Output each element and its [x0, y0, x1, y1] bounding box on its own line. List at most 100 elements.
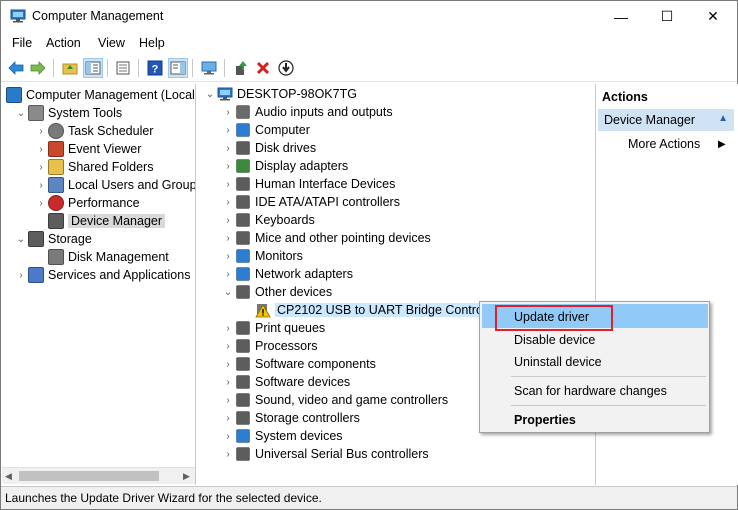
- chevron-down-icon[interactable]: ⌄: [221, 285, 235, 299]
- maximize-icon: ☐: [660, 8, 674, 24]
- device-category[interactable]: › Software components: [221, 355, 376, 373]
- maximize-button[interactable]: ☐: [644, 1, 690, 32]
- chevron-right-icon[interactable]: ›: [221, 357, 235, 371]
- chevron-right-icon[interactable]: ›: [221, 375, 235, 389]
- chevron-right-icon[interactable]: ›: [34, 142, 48, 156]
- chevron-down-icon[interactable]: ⌄: [14, 106, 28, 120]
- device-category[interactable]: › Monitors: [221, 247, 303, 265]
- scan-hardware-menu-item[interactable]: Scan for hardware changes: [514, 384, 667, 398]
- device-category[interactable]: › Audio inputs and outputs: [221, 103, 392, 121]
- submenu-arrow-icon: ▶: [718, 139, 726, 150]
- forward-arrow-icon: [30, 61, 46, 75]
- menu-help[interactable]: Help: [139, 36, 165, 50]
- update-driver-button[interactable]: [231, 58, 251, 78]
- device-category[interactable]: › Print queues: [221, 319, 325, 337]
- update-driver-menu-item[interactable]: Update driver: [514, 310, 589, 324]
- device-category[interactable]: › Universal Serial Bus controllers: [221, 445, 428, 463]
- enable-device-button[interactable]: [276, 58, 296, 78]
- device-category[interactable]: › Mice and other pointing devices: [221, 229, 430, 247]
- console-tree-item[interactable]: › Services and Applications: [14, 266, 190, 284]
- chevron-right-icon[interactable]: ›: [34, 160, 48, 174]
- console-tree-item[interactable]: Device Manager: [34, 212, 166, 230]
- console-tree-item[interactable]: › Local Users and Groups: [34, 176, 195, 194]
- device-category[interactable]: › Sound, video and game controllers: [221, 391, 448, 409]
- collapse-up-icon[interactable]: ▲: [718, 113, 728, 124]
- scroll-right-icon[interactable]: ▶: [183, 471, 190, 482]
- device-category[interactable]: › Storage controllers: [221, 409, 360, 427]
- menu-view[interactable]: View: [98, 36, 125, 50]
- list-icon: [116, 61, 130, 75]
- monitor-toolbar-icon: [201, 61, 217, 75]
- monitor-button[interactable]: [199, 58, 219, 78]
- help-button[interactable]: ?: [145, 58, 165, 78]
- up-folder-button[interactable]: [60, 58, 80, 78]
- device-tree-root[interactable]: ⌄ DESKTOP-98OK7TG: [203, 85, 357, 103]
- back-button[interactable]: [6, 58, 26, 78]
- more-actions-item[interactable]: More Actions: [628, 137, 700, 151]
- chevron-right-icon[interactable]: ›: [221, 159, 235, 173]
- device-category[interactable]: › Software devices: [221, 373, 350, 391]
- console-tree-item-label: Shared Folders: [68, 160, 154, 174]
- console-tree-item[interactable]: › Event Viewer: [34, 140, 141, 158]
- chevron-right-icon[interactable]: ›: [221, 267, 235, 281]
- chevron-right-icon[interactable]: ›: [221, 195, 235, 209]
- console-tree-item[interactable]: › Shared Folders: [34, 158, 153, 176]
- properties-menu-item[interactable]: Properties: [514, 413, 576, 427]
- chevron-right-icon[interactable]: ›: [221, 141, 235, 155]
- device-category[interactable]: › IDE ATA/ATAPI controllers: [221, 193, 400, 211]
- device-category[interactable]: › Human Interface Devices: [221, 175, 395, 193]
- uninstall-device-menu-item[interactable]: Uninstall device: [514, 355, 602, 369]
- menu-file[interactable]: File: [12, 36, 32, 50]
- device-category[interactable]: › Disk drives: [221, 139, 316, 157]
- chevron-right-icon[interactable]: ›: [221, 339, 235, 353]
- chevron-down-icon[interactable]: ⌄: [203, 87, 217, 101]
- forward-button[interactable]: [28, 58, 48, 78]
- chevron-right-icon[interactable]: ›: [221, 177, 235, 191]
- chevron-down-icon[interactable]: ⌄: [14, 232, 28, 246]
- chevron-right-icon[interactable]: ›: [14, 268, 28, 282]
- device-category[interactable]: › Display adapters: [221, 157, 348, 175]
- device-category[interactable]: › Network adapters: [221, 265, 353, 283]
- chevron-right-icon[interactable]: ›: [34, 196, 48, 210]
- show-hide-console-tree-button[interactable]: [83, 58, 103, 78]
- chevron-right-icon[interactable]: ›: [34, 178, 48, 192]
- chevron-right-icon[interactable]: ›: [221, 213, 235, 227]
- device-category[interactable]: › System devices: [221, 427, 342, 445]
- window-title: Computer Management: [32, 9, 164, 23]
- minimize-button[interactable]: —: [598, 1, 644, 32]
- chevron-right-icon[interactable]: ›: [221, 321, 235, 335]
- chevron-right-icon[interactable]: ›: [221, 123, 235, 137]
- chevron-right-icon[interactable]: ›: [221, 105, 235, 119]
- menu-action[interactable]: Action: [46, 36, 81, 50]
- uninstall-device-button[interactable]: [253, 58, 273, 78]
- device-category[interactable]: ⌄ Other devices: [221, 283, 332, 301]
- chevron-right-icon[interactable]: ›: [221, 447, 235, 461]
- console-tree-item[interactable]: Disk Management: [34, 248, 169, 266]
- scroll-thumb[interactable]: [19, 471, 159, 481]
- chevron-right-icon[interactable]: ›: [221, 429, 235, 443]
- device-category[interactable]: › Computer: [221, 121, 310, 139]
- computer-management-window: Computer Management — ☐ ✕ File Action Vi…: [0, 0, 738, 510]
- chevron-right-icon[interactable]: ›: [34, 124, 48, 138]
- device-category[interactable]: › Keyboards: [221, 211, 314, 229]
- close-button[interactable]: ✕: [690, 1, 736, 32]
- console-tree-item[interactable]: ⌄ System Tools: [14, 104, 122, 122]
- console-tree-item[interactable]: ⌄ Storage: [14, 230, 92, 248]
- console-tree-item[interactable]: › Performance: [34, 194, 140, 212]
- chevron-right-icon[interactable]: ›: [221, 231, 235, 245]
- console-tree-horizontal-scrollbar[interactable]: ◀ ▶: [2, 467, 195, 484]
- chevron-right-icon[interactable]: ›: [221, 393, 235, 407]
- chevron-right-icon[interactable]: ›: [221, 249, 235, 263]
- scroll-left-icon[interactable]: ◀: [5, 471, 12, 482]
- device-category[interactable]: CP2102 USB to UART Bridge Controller: [241, 301, 502, 319]
- console-tree-item[interactable]: › Task Scheduler: [34, 122, 153, 140]
- actions-section-device-manager[interactable]: Device Manager ▲: [598, 109, 734, 131]
- device-category[interactable]: › Processors: [221, 337, 317, 355]
- console-tree-item[interactable]: Computer Management (Local: [6, 86, 195, 104]
- show-hide-action-pane-button[interactable]: [168, 58, 188, 78]
- chevron-right-icon[interactable]: ›: [221, 411, 235, 425]
- disable-device-menu-item[interactable]: Disable device: [514, 333, 595, 347]
- export-list-button[interactable]: [113, 58, 133, 78]
- shared-folder-icon: [48, 159, 64, 175]
